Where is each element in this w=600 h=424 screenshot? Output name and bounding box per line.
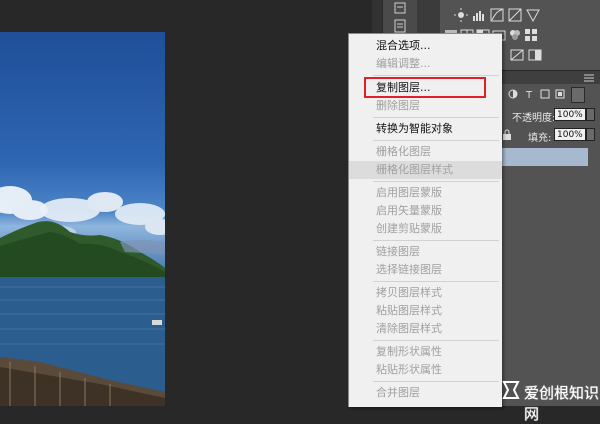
opacity-dropdown-arrow[interactable] [586,108,595,121]
lock-icon[interactable] [502,129,512,141]
menu-separator [373,340,499,341]
menu-item-paste-layer-style[interactable]: 粘贴图层样式 [349,302,502,320]
menu-item-enable-layer-mask[interactable]: 启用图层蒙版 [349,184,502,202]
menu-separator [373,75,499,76]
menu-separator [373,117,499,118]
menu-item-convert-to-smart-object[interactable]: 转换为智能对象 [349,120,502,138]
opacity-input[interactable]: 100% [554,108,586,121]
menu-item-copy-shape-attributes[interactable]: 复制形状属性 [349,343,502,361]
opacity-label: 不透明度: [512,113,556,124]
menu-separator [373,181,499,182]
menu-item-create-clipping-mask[interactable]: 创建剪贴蒙版 [349,220,502,238]
watermark-logo-icon [502,381,520,399]
filter-shape-icon[interactable] [540,89,550,99]
vibrance-icon[interactable] [526,8,540,22]
fill-label: 填充: [528,133,552,144]
document-canvas[interactable] [0,0,382,406]
annotation-highlight-box [364,77,486,98]
curves-icon[interactable] [490,8,504,22]
menu-item-blending-options[interactable]: 混合选项... [349,37,502,55]
filter-smart-object-icon[interactable] [555,89,565,99]
properties-icon[interactable] [392,18,408,34]
menu-separator [373,281,499,282]
menu-separator [373,381,499,382]
menu-item-copy-layer-style[interactable]: 拷贝图层样式 [349,284,502,302]
color-lookup-icon[interactable] [524,28,538,42]
svg-text:T: T [525,90,533,99]
panel-menu-icon[interactable] [584,74,594,82]
history-icon[interactable] [392,0,408,16]
fill-dropdown-arrow[interactable] [586,128,595,141]
filter-type-icon[interactable]: T [525,89,535,99]
menu-item-paste-shape-attributes[interactable]: 粘贴形状属性 [349,361,502,379]
landscape-photo [0,32,165,406]
menu-item-edit-adjustment[interactable]: 编辑调整... [349,55,502,73]
menu-separator [373,240,499,241]
fill-input[interactable]: 100% [554,128,586,141]
filter-pixel-icon[interactable] [508,89,518,99]
menu-item-enable-vector-mask[interactable]: 启用矢量蒙版 [349,202,502,220]
channel-mixer-icon[interactable] [508,28,522,42]
exposure-icon[interactable] [508,8,522,22]
menu-item-delete-layer[interactable]: 删除图层 [349,97,502,115]
invert-icon[interactable] [510,48,524,62]
brightness-icon[interactable] [454,8,468,22]
menu-item-link-layers[interactable]: 链接图层 [349,243,502,261]
gradient-map-icon[interactable] [528,48,542,62]
menu-item-select-linked-layers[interactable]: 选择链接图层 [349,261,502,279]
menu-item-rasterize-layer[interactable]: 栅格化图层 [349,143,502,161]
menu-separator [373,140,499,141]
watermark-text: 爱创根知识网 [524,384,600,423]
menu-item-rasterize-layer-style[interactable]: 栅格化图层样式 [349,161,502,179]
menu-item-merge-layers[interactable]: 合并图层 [349,384,502,402]
filter-toggle-button[interactable] [571,87,585,103]
menu-item-clear-layer-style[interactable]: 清除图层样式 [349,320,502,338]
watermark: 爱创根知识网 [498,372,600,423]
levels-icon[interactable] [472,8,486,22]
